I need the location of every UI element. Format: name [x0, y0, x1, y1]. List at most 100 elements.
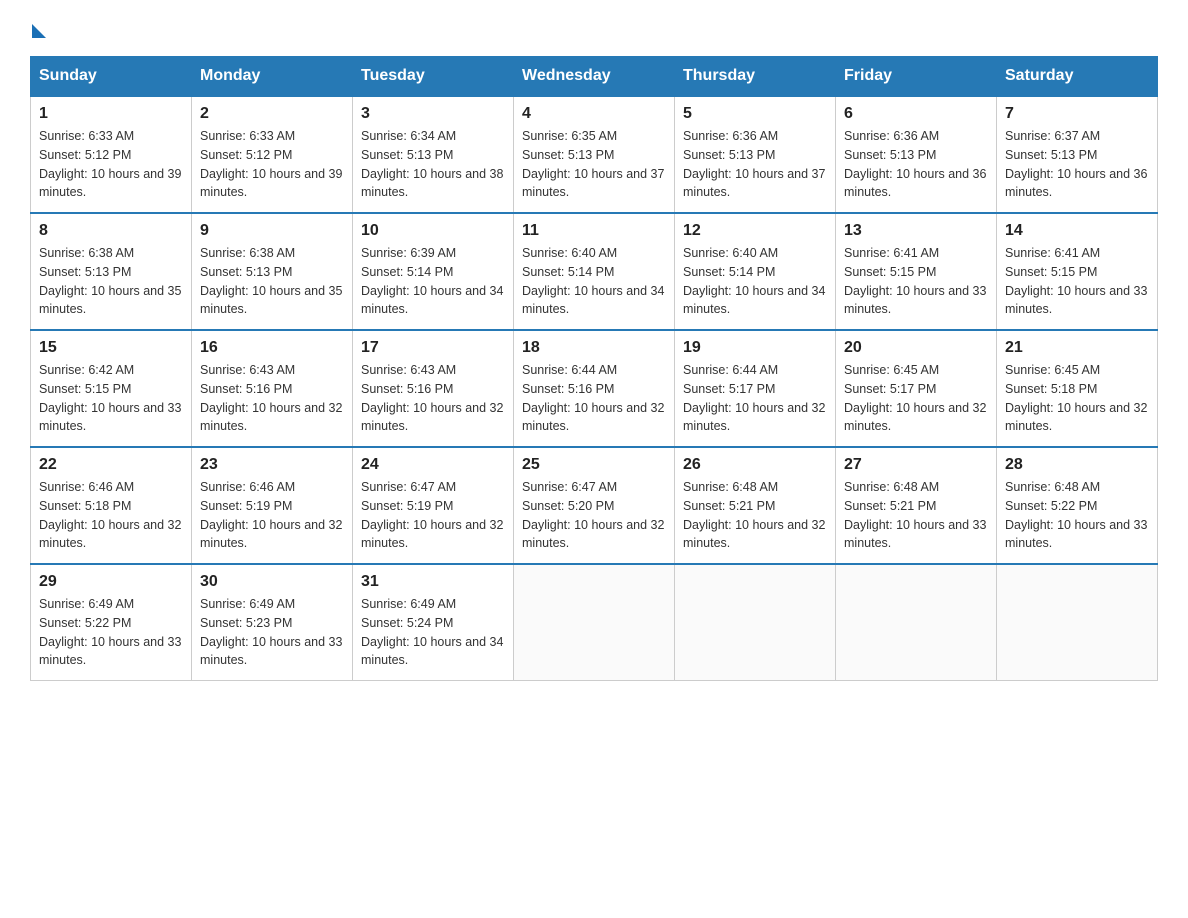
logo: [30, 20, 46, 38]
day-info: Sunrise: 6:46 AMSunset: 5:18 PMDaylight:…: [39, 480, 181, 550]
day-info: Sunrise: 6:48 AMSunset: 5:21 PMDaylight:…: [683, 480, 825, 550]
day-info: Sunrise: 6:47 AMSunset: 5:20 PMDaylight:…: [522, 480, 664, 550]
day-number: 8: [39, 222, 183, 240]
day-number: 31: [361, 573, 505, 591]
day-number: 6: [844, 105, 988, 123]
day-number: 20: [844, 339, 988, 357]
weekday-header-friday: Friday: [836, 57, 997, 97]
day-info: Sunrise: 6:38 AMSunset: 5:13 PMDaylight:…: [200, 246, 342, 316]
day-info: Sunrise: 6:45 AMSunset: 5:17 PMDaylight:…: [844, 363, 986, 433]
calendar-day-cell: 2 Sunrise: 6:33 AMSunset: 5:12 PMDayligh…: [192, 96, 353, 213]
weekday-header-row: SundayMondayTuesdayWednesdayThursdayFrid…: [31, 57, 1158, 97]
calendar-day-cell: [514, 564, 675, 681]
calendar-day-cell: 22 Sunrise: 6:46 AMSunset: 5:18 PMDaylig…: [31, 447, 192, 564]
day-number: 23: [200, 456, 344, 474]
calendar-day-cell: 21 Sunrise: 6:45 AMSunset: 5:18 PMDaylig…: [997, 330, 1158, 447]
calendar-week-row: 1 Sunrise: 6:33 AMSunset: 5:12 PMDayligh…: [31, 96, 1158, 213]
day-number: 2: [200, 105, 344, 123]
day-info: Sunrise: 6:39 AMSunset: 5:14 PMDaylight:…: [361, 246, 503, 316]
day-info: Sunrise: 6:35 AMSunset: 5:13 PMDaylight:…: [522, 129, 664, 199]
calendar-day-cell: 25 Sunrise: 6:47 AMSunset: 5:20 PMDaylig…: [514, 447, 675, 564]
calendar-day-cell: [675, 564, 836, 681]
weekday-header-sunday: Sunday: [31, 57, 192, 97]
day-info: Sunrise: 6:42 AMSunset: 5:15 PMDaylight:…: [39, 363, 181, 433]
calendar-day-cell: 10 Sunrise: 6:39 AMSunset: 5:14 PMDaylig…: [353, 213, 514, 330]
day-info: Sunrise: 6:43 AMSunset: 5:16 PMDaylight:…: [361, 363, 503, 433]
day-info: Sunrise: 6:34 AMSunset: 5:13 PMDaylight:…: [361, 129, 503, 199]
day-info: Sunrise: 6:49 AMSunset: 5:24 PMDaylight:…: [361, 597, 503, 667]
day-info: Sunrise: 6:47 AMSunset: 5:19 PMDaylight:…: [361, 480, 503, 550]
calendar-day-cell: 20 Sunrise: 6:45 AMSunset: 5:17 PMDaylig…: [836, 330, 997, 447]
day-info: Sunrise: 6:36 AMSunset: 5:13 PMDaylight:…: [844, 129, 986, 199]
day-number: 29: [39, 573, 183, 591]
calendar-day-cell: 31 Sunrise: 6:49 AMSunset: 5:24 PMDaylig…: [353, 564, 514, 681]
page-header: [30, 20, 1158, 38]
day-number: 4: [522, 105, 666, 123]
day-number: 14: [1005, 222, 1149, 240]
day-info: Sunrise: 6:37 AMSunset: 5:13 PMDaylight:…: [1005, 129, 1147, 199]
weekday-header-tuesday: Tuesday: [353, 57, 514, 97]
calendar-day-cell: 26 Sunrise: 6:48 AMSunset: 5:21 PMDaylig…: [675, 447, 836, 564]
calendar-day-cell: 17 Sunrise: 6:43 AMSunset: 5:16 PMDaylig…: [353, 330, 514, 447]
day-info: Sunrise: 6:46 AMSunset: 5:19 PMDaylight:…: [200, 480, 342, 550]
day-number: 11: [522, 222, 666, 240]
calendar-day-cell: [997, 564, 1158, 681]
calendar-day-cell: 11 Sunrise: 6:40 AMSunset: 5:14 PMDaylig…: [514, 213, 675, 330]
calendar-table: SundayMondayTuesdayWednesdayThursdayFrid…: [30, 56, 1158, 681]
day-number: 10: [361, 222, 505, 240]
day-number: 16: [200, 339, 344, 357]
weekday-header-wednesday: Wednesday: [514, 57, 675, 97]
day-info: Sunrise: 6:41 AMSunset: 5:15 PMDaylight:…: [1005, 246, 1147, 316]
logo-triangle-icon: [32, 24, 46, 38]
calendar-week-row: 22 Sunrise: 6:46 AMSunset: 5:18 PMDaylig…: [31, 447, 1158, 564]
day-info: Sunrise: 6:45 AMSunset: 5:18 PMDaylight:…: [1005, 363, 1147, 433]
day-number: 12: [683, 222, 827, 240]
calendar-day-cell: 30 Sunrise: 6:49 AMSunset: 5:23 PMDaylig…: [192, 564, 353, 681]
calendar-day-cell: 6 Sunrise: 6:36 AMSunset: 5:13 PMDayligh…: [836, 96, 997, 213]
calendar-day-cell: 15 Sunrise: 6:42 AMSunset: 5:15 PMDaylig…: [31, 330, 192, 447]
day-number: 24: [361, 456, 505, 474]
calendar-day-cell: 19 Sunrise: 6:44 AMSunset: 5:17 PMDaylig…: [675, 330, 836, 447]
calendar-day-cell: 29 Sunrise: 6:49 AMSunset: 5:22 PMDaylig…: [31, 564, 192, 681]
calendar-day-cell: 5 Sunrise: 6:36 AMSunset: 5:13 PMDayligh…: [675, 96, 836, 213]
calendar-day-cell: 27 Sunrise: 6:48 AMSunset: 5:21 PMDaylig…: [836, 447, 997, 564]
calendar-day-cell: 8 Sunrise: 6:38 AMSunset: 5:13 PMDayligh…: [31, 213, 192, 330]
day-info: Sunrise: 6:43 AMSunset: 5:16 PMDaylight:…: [200, 363, 342, 433]
calendar-day-cell: 23 Sunrise: 6:46 AMSunset: 5:19 PMDaylig…: [192, 447, 353, 564]
day-info: Sunrise: 6:44 AMSunset: 5:17 PMDaylight:…: [683, 363, 825, 433]
calendar-day-cell: 24 Sunrise: 6:47 AMSunset: 5:19 PMDaylig…: [353, 447, 514, 564]
calendar-day-cell: 4 Sunrise: 6:35 AMSunset: 5:13 PMDayligh…: [514, 96, 675, 213]
calendar-day-cell: 12 Sunrise: 6:40 AMSunset: 5:14 PMDaylig…: [675, 213, 836, 330]
day-number: 22: [39, 456, 183, 474]
day-info: Sunrise: 6:44 AMSunset: 5:16 PMDaylight:…: [522, 363, 664, 433]
day-info: Sunrise: 6:49 AMSunset: 5:22 PMDaylight:…: [39, 597, 181, 667]
day-number: 1: [39, 105, 183, 123]
weekday-header-thursday: Thursday: [675, 57, 836, 97]
calendar-day-cell: [836, 564, 997, 681]
day-number: 28: [1005, 456, 1149, 474]
calendar-day-cell: 16 Sunrise: 6:43 AMSunset: 5:16 PMDaylig…: [192, 330, 353, 447]
day-info: Sunrise: 6:48 AMSunset: 5:22 PMDaylight:…: [1005, 480, 1147, 550]
day-info: Sunrise: 6:40 AMSunset: 5:14 PMDaylight:…: [522, 246, 664, 316]
calendar-day-cell: 18 Sunrise: 6:44 AMSunset: 5:16 PMDaylig…: [514, 330, 675, 447]
day-number: 7: [1005, 105, 1149, 123]
day-number: 30: [200, 573, 344, 591]
calendar-day-cell: 7 Sunrise: 6:37 AMSunset: 5:13 PMDayligh…: [997, 96, 1158, 213]
day-number: 18: [522, 339, 666, 357]
day-info: Sunrise: 6:48 AMSunset: 5:21 PMDaylight:…: [844, 480, 986, 550]
day-number: 13: [844, 222, 988, 240]
calendar-week-row: 29 Sunrise: 6:49 AMSunset: 5:22 PMDaylig…: [31, 564, 1158, 681]
day-info: Sunrise: 6:33 AMSunset: 5:12 PMDaylight:…: [200, 129, 342, 199]
day-number: 5: [683, 105, 827, 123]
calendar-week-row: 15 Sunrise: 6:42 AMSunset: 5:15 PMDaylig…: [31, 330, 1158, 447]
day-number: 21: [1005, 339, 1149, 357]
day-info: Sunrise: 6:41 AMSunset: 5:15 PMDaylight:…: [844, 246, 986, 316]
day-info: Sunrise: 6:36 AMSunset: 5:13 PMDaylight:…: [683, 129, 825, 199]
calendar-day-cell: 1 Sunrise: 6:33 AMSunset: 5:12 PMDayligh…: [31, 96, 192, 213]
calendar-day-cell: 9 Sunrise: 6:38 AMSunset: 5:13 PMDayligh…: [192, 213, 353, 330]
calendar-day-cell: 13 Sunrise: 6:41 AMSunset: 5:15 PMDaylig…: [836, 213, 997, 330]
day-number: 17: [361, 339, 505, 357]
calendar-day-cell: 3 Sunrise: 6:34 AMSunset: 5:13 PMDayligh…: [353, 96, 514, 213]
day-number: 15: [39, 339, 183, 357]
day-number: 26: [683, 456, 827, 474]
